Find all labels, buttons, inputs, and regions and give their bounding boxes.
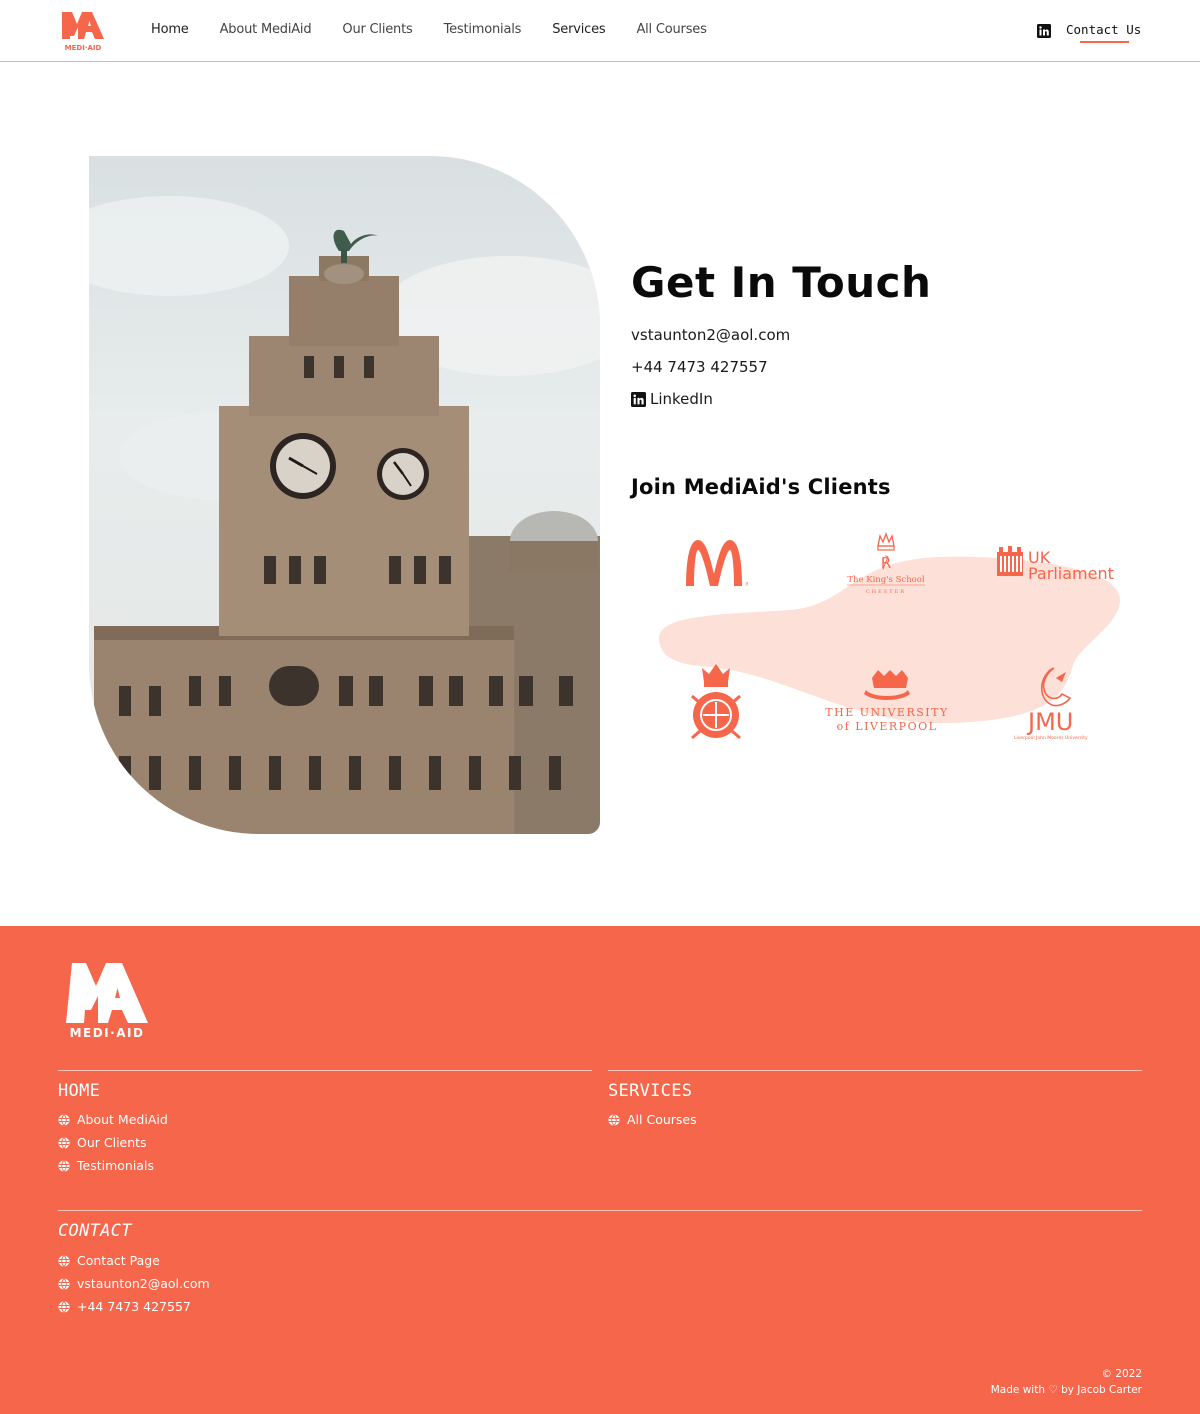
active-underline [1080, 41, 1129, 43]
uol-line2: of LIVERPOOL [837, 720, 938, 733]
globe-icon [608, 1113, 620, 1126]
mcdonalds-logo: ® [686, 540, 748, 588]
globe-icon [58, 1159, 70, 1172]
nav-services[interactable]: Services [552, 22, 605, 37]
footer-mediaid-logo[interactable]: MEDI·AID [64, 958, 150, 1038]
nav-all-courses[interactable]: All Courses [636, 22, 706, 37]
divider [608, 1070, 1142, 1071]
mediaid-logo[interactable]: MEDI·AID [60, 9, 106, 53]
nav-links: Home About MediAid Our Clients Testimoni… [151, 22, 738, 37]
hero-photo-liver-building [89, 156, 600, 834]
ljmu-logo: JMU Liverpool John Moores University [1014, 667, 1088, 741]
divider [58, 1210, 1142, 1211]
contact-email[interactable]: vstaunton2@aol.com [631, 326, 790, 344]
contact-linkedin-link[interactable]: LinkedIn [631, 390, 713, 408]
svg-text:℟: ℟ [881, 554, 891, 572]
linkedin-label: LinkedIn [650, 390, 713, 408]
page-title: Get In Touch [631, 258, 932, 307]
footer-logo-wordmark: MEDI·AID [70, 1026, 145, 1038]
university-of-liverpool-logo: THE UNIVERSITY of LIVERPOOL [825, 670, 948, 733]
clients-heading: Join MediAid's Clients [631, 475, 891, 499]
footer-link-label: +44 7473 427557 [77, 1299, 191, 1314]
ljmu-line1: JMU [1026, 708, 1073, 736]
made-by-credit: Made with ♡ by Jacob Carter [990, 1384, 1142, 1396]
nav-home[interactable]: Home [151, 22, 189, 37]
uk-parliament-logo: UK Parliament [997, 546, 1114, 583]
globe-icon [58, 1277, 70, 1290]
globe-icon [58, 1254, 70, 1267]
svg-text:®: ® [745, 581, 748, 588]
crest-logo [691, 664, 741, 740]
contact-phone[interactable]: +44 7473 427557 [631, 358, 768, 376]
uol-line1: THE UNIVERSITY [825, 706, 948, 719]
footer-link-label: Testimonials [77, 1158, 154, 1173]
nav-contact-us[interactable]: Contact Us [1066, 22, 1141, 37]
globe-icon [58, 1113, 70, 1126]
footer-home-heading[interactable]: HOME [58, 1081, 100, 1101]
kings-school-sub: CHESTER [866, 589, 906, 595]
logo-wordmark: MEDI·AID [65, 44, 102, 52]
footer-link-phone[interactable]: +44 7473 427557 [58, 1299, 191, 1314]
kings-school-logo: ℟ The King's School CHESTER [847, 532, 925, 595]
footer-link-label: Our Clients [77, 1135, 147, 1150]
footer-link-label: About MediAid [77, 1112, 168, 1127]
kings-school-name: The King's School [847, 575, 925, 585]
footer-link-testimonials[interactable]: Testimonials [58, 1158, 154, 1173]
linkedin-icon [631, 391, 646, 407]
footer-link-our-clients[interactable]: Our Clients [58, 1135, 147, 1150]
footer-link-about[interactable]: About MediAid [58, 1112, 168, 1127]
nav-our-clients[interactable]: Our Clients [342, 22, 412, 37]
parliament-line2: Parliament [1028, 564, 1114, 583]
footer-link-label: vstaunton2@aol.com [77, 1276, 210, 1291]
top-navbar: MEDI·AID Home About MediAid Our Clients … [0, 0, 1200, 62]
footer-contact-heading[interactable]: CONTACT [58, 1221, 132, 1241]
copyright: © 2022 [1101, 1368, 1142, 1380]
footer-link-label: All Courses [627, 1112, 697, 1127]
footer-services-heading[interactable]: SERVICES [608, 1081, 692, 1101]
footer-link-email[interactable]: vstaunton2@aol.com [58, 1276, 210, 1291]
footer-link-contact-page[interactable]: Contact Page [58, 1253, 160, 1268]
globe-icon [58, 1300, 70, 1313]
linkedin-icon[interactable] [1037, 24, 1051, 38]
site-footer: MEDI·AID HOME About MediAid Our Clients … [0, 926, 1200, 1414]
nav-about[interactable]: About MediAid [220, 22, 312, 37]
footer-link-label: Contact Page [77, 1253, 160, 1268]
ljmu-line2: Liverpool John Moores University [1014, 735, 1088, 741]
globe-icon [58, 1136, 70, 1149]
nav-testimonials[interactable]: Testimonials [444, 22, 522, 37]
divider [58, 1070, 592, 1071]
footer-link-all-courses[interactable]: All Courses [608, 1112, 697, 1127]
